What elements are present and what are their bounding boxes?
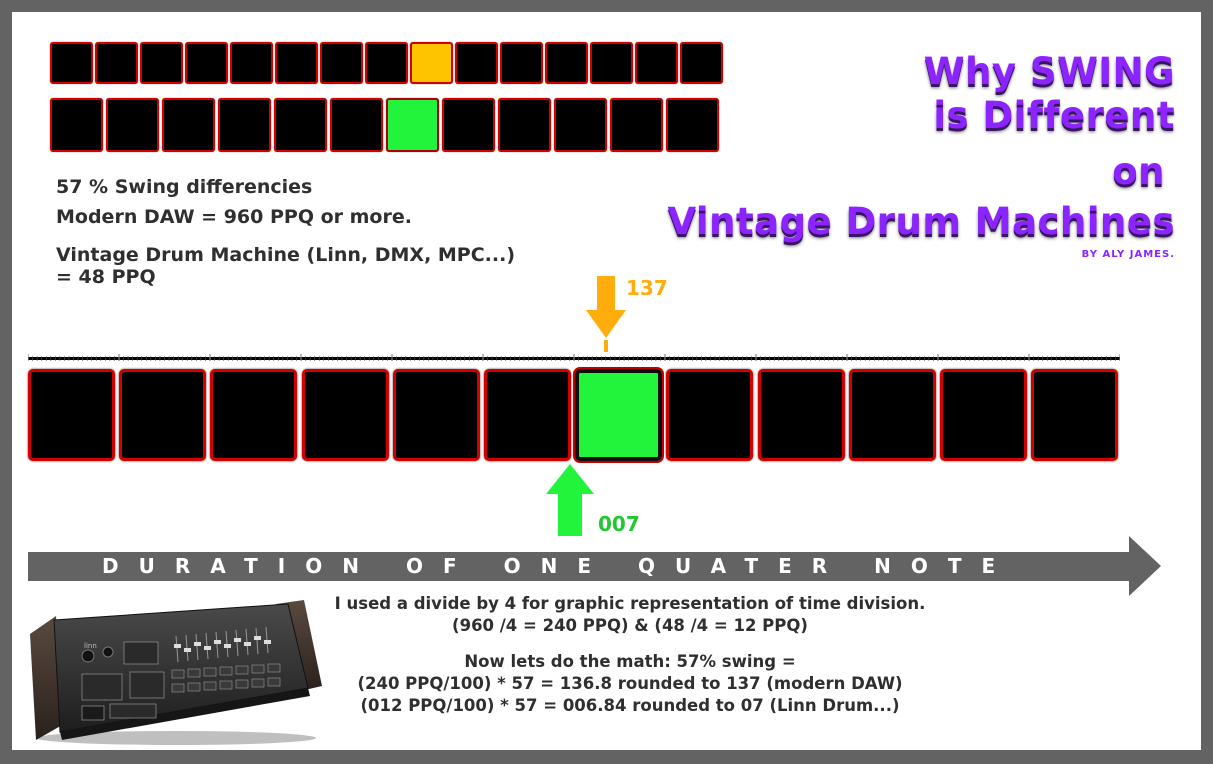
time-axis-label: DURATION OF ONE QUATER NOTE <box>102 554 1016 578</box>
middle-grid-step <box>274 98 327 152</box>
linn-swing-arrow-icon <box>546 464 594 536</box>
title-line-2: is Different <box>933 94 1175 137</box>
middle-grid-step <box>498 98 551 152</box>
linn-drum-machine-image: linn <box>30 600 322 745</box>
top-grid-step <box>230 42 273 84</box>
info-line-4: = 48 PPQ <box>56 266 156 288</box>
info-line-1: 57 % Swing differencies <box>56 176 313 198</box>
middle-grid-step <box>610 98 663 152</box>
title-line-4: Vintage Drum Machines <box>667 200 1175 243</box>
top-grid-step <box>635 42 678 84</box>
svg-text:linn: linn <box>84 642 97 650</box>
top-grid-step <box>680 42 723 84</box>
main-grid-step <box>28 369 115 461</box>
title-line-1: Why SWING <box>923 50 1175 93</box>
middle-grid-step <box>442 98 495 152</box>
info-line-3: Vintage Drum Machine (Linn, DMX, MPC...) <box>56 244 516 266</box>
note-line-3: Now lets do the math: 57% swing = <box>464 652 796 671</box>
top-grid-step <box>545 42 588 84</box>
note-line-5: (012 PPQ/100) * 57 = 006.84 rounded to 0… <box>360 696 900 715</box>
main-grid-step <box>757 369 845 461</box>
top-grid-step <box>500 42 543 84</box>
main-grid-step <box>119 369 207 461</box>
top-grid-step <box>275 42 318 84</box>
main-grid-step <box>848 369 936 461</box>
main-grid-step <box>1031 369 1119 461</box>
note-line-2: (960 /4 = 240 PPQ) & (48 /4 = 12 PPQ) <box>452 616 808 635</box>
main-grid-step <box>484 369 571 461</box>
note-line-1: I used a divide by 4 for graphic represe… <box>334 594 926 613</box>
author-byline: BY ALY JAMES. <box>1081 249 1175 260</box>
top-grid-step <box>590 42 633 84</box>
ppq-ruler <box>28 354 1120 361</box>
main-grid-step <box>940 369 1027 461</box>
top-grid-step <box>365 42 408 84</box>
daw-swing-value: 137 <box>626 276 668 300</box>
top-grid-step <box>50 42 93 84</box>
title-line-3: on <box>1112 150 1165 193</box>
infographic-canvas: Why SWING is Different on Vintage Drum M… <box>12 12 1201 750</box>
middle-grid-step <box>106 98 159 152</box>
top-grid-step <box>95 42 138 84</box>
middle-grid-step-highlighted <box>386 98 439 152</box>
top-grid-step <box>185 42 228 84</box>
main-grid-step <box>666 369 754 461</box>
middle-grid-step <box>50 98 103 152</box>
top-grid-step <box>140 42 183 84</box>
main-grid-step-highlighted <box>573 367 665 463</box>
middle-grid-step <box>666 98 719 152</box>
linn-swing-value: 007 <box>598 512 640 536</box>
top-grid-step-highlighted <box>410 42 453 84</box>
top-grid-step <box>320 42 363 84</box>
note-line-4: (240 PPQ/100) * 57 = 136.8 rounded to 13… <box>357 674 903 693</box>
middle-grid-step <box>162 98 215 152</box>
middle-grid-step <box>218 98 271 152</box>
main-grid-step <box>210 369 298 461</box>
axis-arrowhead-icon <box>1129 536 1161 596</box>
middle-grid-step <box>554 98 607 152</box>
info-line-2: Modern DAW = 960 PPQ or more. <box>56 206 412 228</box>
middle-grid-step <box>330 98 383 152</box>
top-grid-step <box>455 42 498 84</box>
main-grid-step <box>392 369 480 461</box>
main-grid-step <box>301 369 389 461</box>
